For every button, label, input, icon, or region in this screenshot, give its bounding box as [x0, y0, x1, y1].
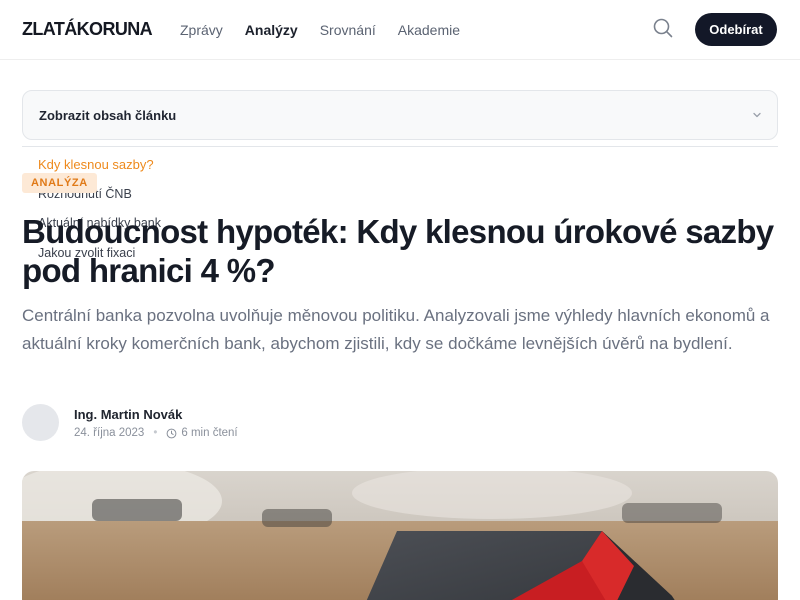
subscribe-button[interactable]: Odebírat	[695, 13, 777, 46]
toc-toggle[interactable]: Zobrazit obsah článku	[22, 90, 778, 140]
search-icon[interactable]	[652, 17, 674, 39]
site-header: ZLATÁKORUNA Zprávy Analýzy Srovnání Akad…	[0, 0, 800, 60]
read-time: 6 min čtení	[181, 427, 238, 439]
main-nav: Zprávy Analýzy Srovnání Akademie	[180, 22, 460, 38]
avatar[interactable]	[22, 404, 59, 441]
category-badge[interactable]: ANALÝZA	[22, 173, 97, 193]
article-lead: Centrální banka pozvolna uvolňuje měnovo…	[22, 306, 770, 353]
nav-item-akademie[interactable]: Akademie	[398, 22, 460, 38]
hero-image	[22, 471, 778, 600]
chevron-down-icon	[753, 112, 761, 118]
toc-title: Zobrazit obsah článku	[39, 108, 177, 123]
nav-item-srovnani[interactable]: Srovnání	[320, 22, 376, 38]
nav-item-analyzy[interactable]: Analýzy	[245, 22, 298, 38]
nav-item-zpravy[interactable]: Zprávy	[180, 22, 223, 38]
article-meta: 24. října 2023 • 6 min čtení	[74, 427, 238, 439]
clock-icon	[166, 428, 177, 438]
author-name[interactable]: Ing. Martin Novák	[74, 407, 182, 422]
toc-divider	[22, 146, 778, 147]
meta-separator: •	[153, 427, 158, 439]
publish-date: 24. října 2023	[74, 427, 145, 439]
article-title: Budoucnost hypoték: Kdy klesnou úrokové …	[22, 213, 774, 289]
site-logo[interactable]: ZLATÁKORUNA	[22, 19, 153, 40]
